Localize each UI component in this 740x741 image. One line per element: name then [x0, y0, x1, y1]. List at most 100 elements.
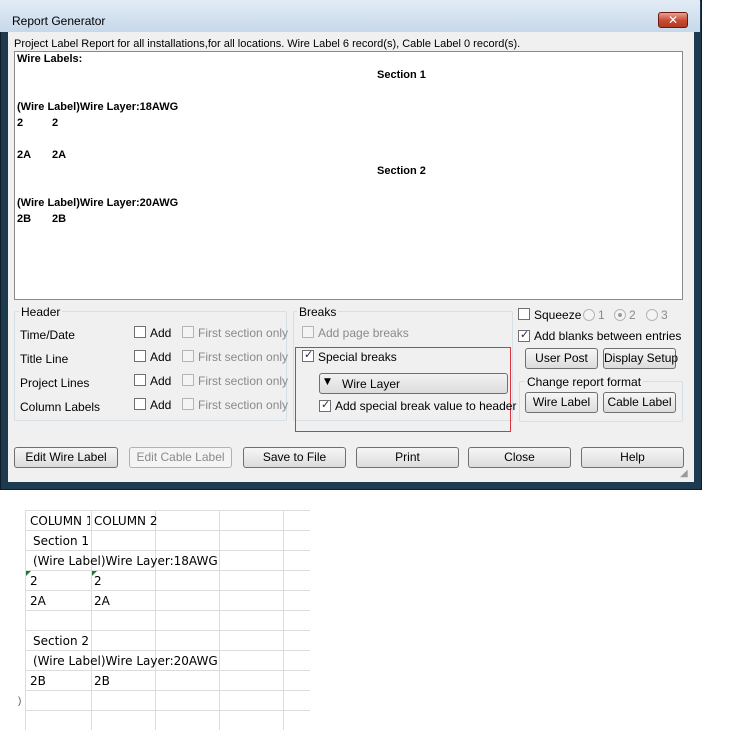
add-label: Add [150, 350, 172, 364]
time-date-add-checkbox[interactable] [134, 326, 146, 338]
title-bar[interactable]: Report Generator ✕ [0, 0, 700, 32]
break-type-value: Wire Layer [342, 377, 401, 391]
sheet-cell: 2B [94, 674, 110, 688]
checkmark-icon: ✓ [321, 398, 331, 411]
sheet-cell: (Wire Label)Wire Layer:18AWG [33, 554, 218, 568]
first-section-label: First section only [198, 350, 289, 364]
print-button[interactable]: Print [356, 447, 459, 468]
header-row-label: Column Labels [20, 400, 101, 414]
edit-cable-label-button[interactable]: Edit Cable Label [129, 447, 232, 468]
grid-line [25, 570, 310, 571]
squeeze-option-label: 2 [629, 308, 636, 322]
squeeze-option-label: 1 [598, 308, 605, 322]
report-layer-1: (Wire Label)Wire Layer:18AWG [17, 101, 179, 113]
window-title: Report Generator [12, 14, 106, 28]
add-break-value-label: Add special break value to header [335, 399, 517, 413]
project-lines-first-section-checkbox[interactable] [182, 374, 194, 386]
grid-line [25, 510, 26, 730]
grid-line [25, 690, 310, 691]
squeeze-radio-1[interactable] [583, 309, 595, 321]
first-section-label: First section only [198, 398, 289, 412]
header-group-title: Header [19, 305, 63, 319]
spreadsheet-grid[interactable]: COLUMN 1 COLUMN 2 Section 1 (Wire Label)… [25, 510, 310, 730]
grid-line [25, 630, 310, 631]
squeeze-radio-3[interactable] [646, 309, 658, 321]
report-section-1: Section 1 [377, 69, 426, 81]
break-type-dropdown[interactable]: ▼ Wire Layer [319, 373, 508, 394]
squeeze-radio-2[interactable] [614, 309, 626, 321]
header-row-label: Title Line [20, 352, 69, 366]
grid-line [219, 510, 220, 730]
report-preview[interactable]: Wire Labels: Section 1 (Wire Label)Wire … [14, 51, 683, 300]
close-icon[interactable]: ✕ [658, 12, 688, 28]
checkmark-icon: ✓ [520, 328, 530, 341]
grid-line [25, 650, 310, 651]
project-lines-add-checkbox[interactable] [134, 374, 146, 386]
column-labels-add-checkbox[interactable] [134, 398, 146, 410]
sheet-cell: 2 [94, 574, 102, 588]
sheet-header-cell: COLUMN 2 [94, 514, 158, 528]
radio-dot-icon [618, 313, 622, 317]
add-page-breaks-checkbox[interactable] [302, 326, 314, 338]
grid-line [283, 510, 284, 730]
wire-label-button[interactable]: Wire Label [525, 392, 598, 413]
report-summary: Project Label Report for all installatio… [14, 38, 521, 50]
column-labels-first-section-checkbox[interactable] [182, 398, 194, 410]
special-breaks-label: Special breaks [318, 350, 397, 364]
title-line-add-checkbox[interactable] [134, 350, 146, 362]
add-blanks-checkbox[interactable]: ✓ [518, 328, 530, 342]
change-format-title: Change report format [525, 375, 644, 389]
sheet-header-cell: COLUMN 1 [30, 514, 90, 528]
sheet-cell: (Wire Label)Wire Layer:20AWG [33, 654, 218, 668]
squeeze-checkbox[interactable] [518, 308, 530, 320]
save-to-file-button[interactable]: Save to File [243, 447, 346, 468]
report-heading: Wire Labels: [17, 53, 83, 65]
edit-wire-label-button[interactable]: Edit Wire Label [14, 447, 118, 468]
first-section-label: First section only [198, 374, 289, 388]
special-breaks-checkbox[interactable]: ✓ [302, 348, 314, 362]
squeeze-label: Squeeze [534, 308, 582, 322]
edge-mark: ) [18, 696, 22, 707]
report-cell: 2 [17, 117, 24, 129]
checkmark-icon: ✓ [304, 348, 314, 361]
report-cell: 2A [17, 149, 32, 161]
time-date-first-section-checkbox[interactable] [182, 326, 194, 338]
add-blanks-label: Add blanks between entries [534, 329, 682, 343]
add-label: Add [150, 374, 172, 388]
report-cell: 2B [52, 213, 67, 225]
user-post-button[interactable]: User Post [525, 348, 598, 369]
chevron-down-icon: ▼ [324, 377, 331, 387]
report-section-2: Section 2 [377, 165, 426, 177]
breaks-group-title: Breaks [297, 305, 339, 319]
report-cell: 2 [52, 117, 59, 129]
header-row-label: Project Lines [20, 376, 90, 390]
sheet-cell: Section 2 [33, 634, 90, 648]
grid-line [91, 510, 92, 730]
squeeze-option-label: 3 [661, 308, 668, 322]
grid-line [25, 530, 310, 531]
add-label: Add [150, 398, 172, 412]
help-button[interactable]: Help [581, 447, 684, 468]
grid-line [25, 510, 310, 511]
grid-line [25, 590, 310, 591]
report-layer-2: (Wire Label)Wire Layer:20AWG [17, 197, 179, 209]
grid-line [25, 610, 310, 611]
cable-label-button[interactable]: Cable Label [603, 392, 676, 413]
add-label: Add [150, 326, 172, 340]
add-break-value-checkbox[interactable]: ✓ [319, 398, 331, 412]
close-button[interactable]: Close [468, 447, 571, 468]
sheet-cell: 2B [30, 674, 46, 688]
title-line-first-section-checkbox[interactable] [182, 350, 194, 362]
sheet-cell: 2 [30, 574, 38, 588]
first-section-label: First section only [198, 326, 289, 340]
grid-line [25, 670, 310, 671]
sheet-cell: 2A [30, 594, 46, 608]
resize-grip-icon[interactable]: ◢ [680, 468, 688, 479]
report-cell: 2B [17, 213, 32, 225]
add-page-breaks-label: Add page breaks [318, 326, 409, 340]
sheet-cell: Section 1 [33, 534, 90, 548]
report-cell: 2A [52, 149, 67, 161]
header-row-label: Time/Date [20, 328, 75, 342]
grid-line [25, 550, 310, 551]
display-setup-button[interactable]: Display Setup [603, 348, 678, 369]
